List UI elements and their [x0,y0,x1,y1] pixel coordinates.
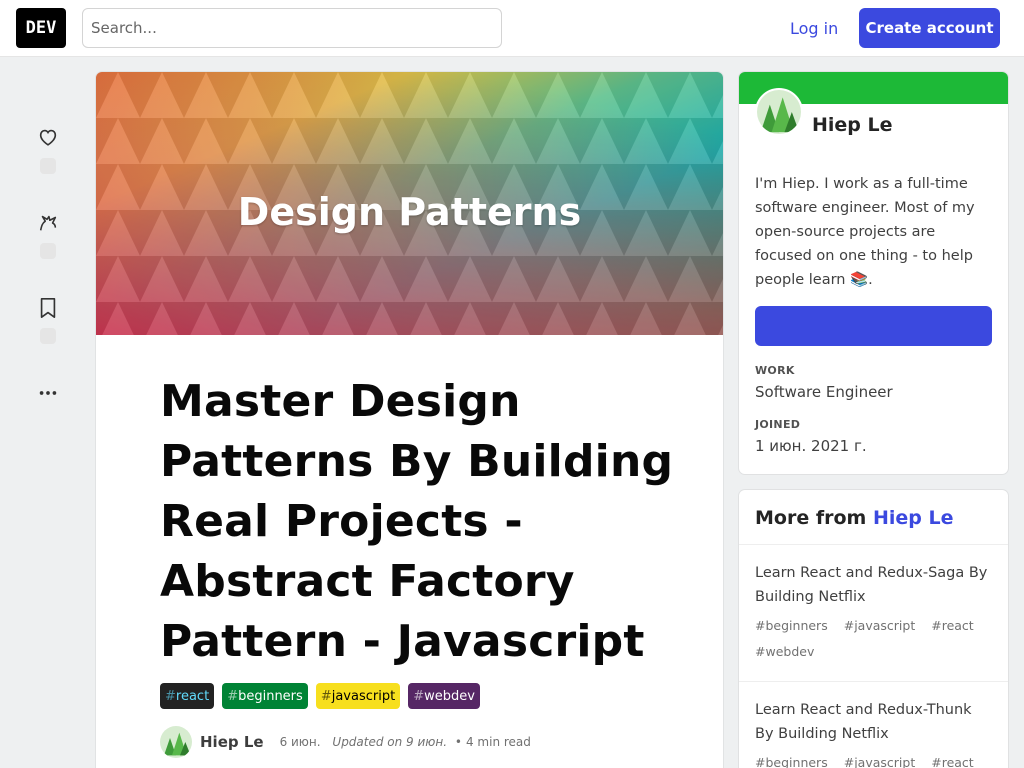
more-icon[interactable] [36,381,60,405]
cover-text: Design Patterns [237,190,582,234]
heart-icon[interactable] [36,125,60,149]
byline: Hiep Le 6 июн. Updated on 9 июн. • 4 min… [160,726,531,758]
dev-logo[interactable]: DEV [16,8,66,48]
more-from-card: More from Hiep Le Learn React and Redux-… [739,490,1008,768]
more-item-tags: #beginners #javascript #react [755,750,992,768]
tag-link[interactable]: #webdev [755,644,822,659]
login-link[interactable]: Log in [776,8,852,48]
profile-name[interactable]: Hiep Le [812,114,893,136]
author-avatar[interactable] [160,726,192,758]
work-value: Software Engineer [755,383,893,401]
post-date: 6 июн. [279,735,321,749]
top-header: DEV Log in Create account [0,0,1024,57]
unicorn-icon[interactable] [36,211,60,235]
tag-link[interactable]: #react [931,755,981,768]
more-item-tags: #beginners #javascript #react #webdev [755,613,992,665]
updated-date: Updated on 9 июн. [332,735,448,749]
more-item-title[interactable]: Learn React and Redux-Thunk By Building … [755,698,992,746]
cover-image: Design Patterns [96,72,723,335]
create-account-button[interactable]: Create account [859,8,1000,48]
tag-link[interactable]: #javascript [844,618,924,633]
joined-label: JOINED [755,418,801,431]
more-from-item[interactable]: Learn React and Redux-Thunk By Building … [739,682,1008,768]
profile-avatar[interactable] [755,88,803,136]
author-name[interactable]: Hiep Le [200,733,264,751]
search-input[interactable] [82,8,502,48]
follow-button[interactable] [755,306,992,346]
more-from-author-link[interactable]: Hiep Le [873,507,954,529]
profile-bio: I'm Hiep. I work as a full-time software… [755,176,975,288]
meta-separator: • [451,735,462,749]
tag-link[interactable]: #react [931,618,981,633]
bookmark-count [40,328,56,344]
article-title: Master Design Patterns By Building Real … [160,376,674,667]
tag-webdev[interactable]: # webdev [408,683,480,709]
joined-value: 1 июн. 2021 г. [755,437,867,455]
heart-count [40,158,56,174]
more-from-heading: More from Hiep Le [739,490,1008,545]
unicorn-count [40,243,56,259]
date-separator [325,735,329,749]
tag-link[interactable]: #javascript [844,755,924,768]
more-from-item[interactable]: Learn React and Redux-Saga By Building N… [739,545,1008,682]
tag-javascript[interactable]: # javascript [315,683,401,709]
tag-beginners[interactable]: # beginners [222,683,308,709]
tag-link[interactable]: #beginners [755,618,836,633]
read-time: 4 min read [465,735,531,749]
tag-link[interactable]: #beginners [755,755,836,768]
more-item-title[interactable]: Learn React and Redux-Saga By Building N… [755,561,992,609]
bookmark-icon[interactable] [36,296,60,320]
tag-list: # react # beginners # javascript # webdev [160,683,480,709]
tag-react[interactable]: # react [160,683,215,709]
work-label: WORK [755,364,795,377]
article-card: Design Patterns Master Design Patterns B… [96,72,723,768]
author-profile-card: Hiep Le I'm Hiep. I work as a full-time … [739,72,1008,474]
